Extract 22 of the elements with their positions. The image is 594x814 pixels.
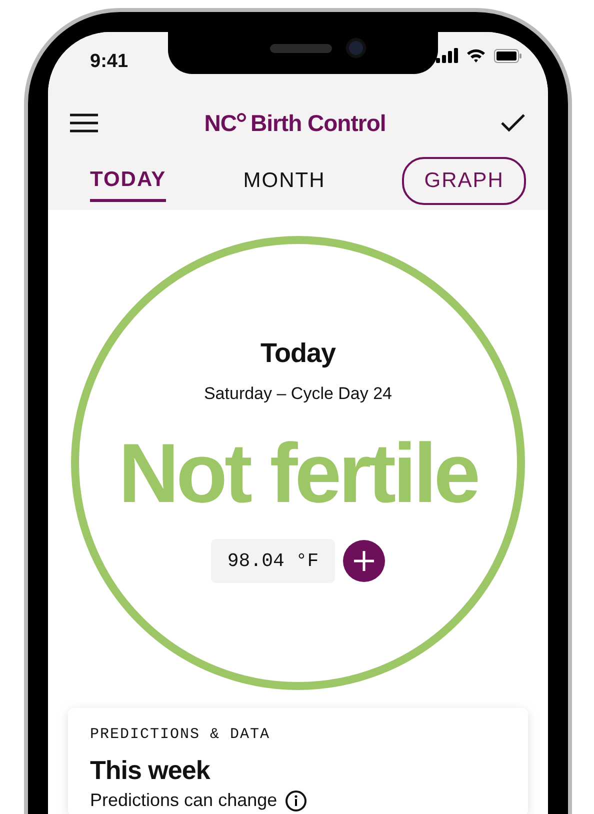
- menu-button[interactable]: [70, 111, 98, 135]
- wifi-icon: [466, 48, 486, 63]
- fertility-status: Not fertile: [118, 430, 478, 515]
- cycle-day-text: Saturday – Cycle Day 24: [204, 383, 392, 406]
- logo-mark: NC: [204, 108, 236, 138]
- ring-icon: [237, 112, 246, 122]
- camera-lens: [346, 38, 366, 58]
- card-note: Predictions can change: [90, 790, 278, 812]
- card-title: This week: [90, 754, 212, 786]
- tab[interactable]: MONTH: [243, 161, 326, 201]
- app-title: Birth Control: [250, 108, 386, 138]
- card-eyebrow: PREDICTIONS & DATA: [90, 725, 272, 745]
- temperature-field[interactable]: 98.04 °F: [211, 538, 335, 584]
- status-time: 9:41: [90, 50, 128, 74]
- battery-icon: [494, 48, 522, 62]
- add-button[interactable]: [342, 540, 385, 582]
- tab[interactable]: GRAPH: [402, 157, 526, 205]
- plus-icon: [352, 550, 375, 572]
- info-icon[interactable]: [285, 790, 308, 812]
- tab[interactable]: TODAY: [90, 160, 166, 202]
- speaker-grille: [270, 44, 332, 53]
- day-heading: Today: [260, 336, 336, 370]
